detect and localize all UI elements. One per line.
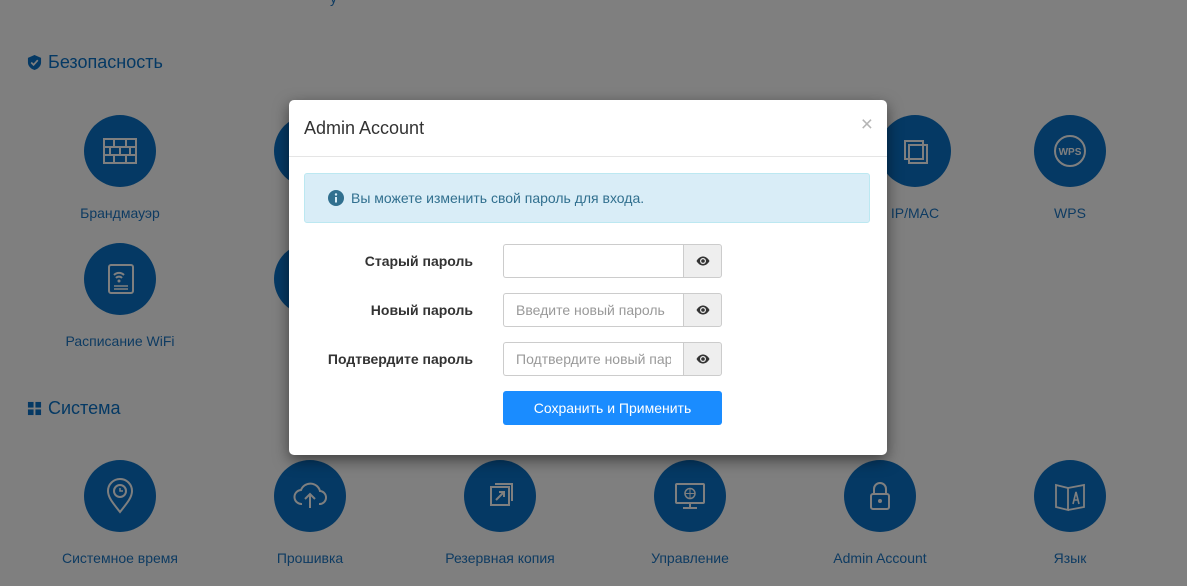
old-password-input[interactable] [503,244,683,278]
old-password-toggle[interactable] [683,244,722,278]
old-password-label: Старый пароль [364,253,473,269]
admin-account-modal: Admin Account × Вы можете изменить свой … [289,100,887,455]
modal-header: Admin Account × [289,100,887,157]
modal-title: Admin Account [304,118,425,138]
eye-icon [696,305,709,315]
new-password-group [503,293,722,327]
confirm-password-row: Подтвердите пароль [289,342,887,376]
close-button[interactable]: × [861,114,873,135]
new-password-row: Новый пароль [289,293,887,327]
new-password-toggle[interactable] [683,293,722,327]
confirm-password-label: Подтвердите пароль [327,351,473,367]
old-password-row: Старый пароль [289,244,887,278]
old-password-group [503,244,722,278]
eye-icon [696,256,709,266]
new-password-input[interactable] [503,293,683,327]
new-password-label: Новый пароль [370,302,473,318]
confirm-password-group [503,342,722,376]
info-text: Вы можете изменить свой пароль для входа… [351,190,645,206]
info-alert: Вы можете изменить свой пароль для входа… [304,173,870,223]
confirm-password-input[interactable] [503,342,683,376]
confirm-password-toggle[interactable] [683,342,722,376]
eye-icon [696,354,709,364]
save-apply-button[interactable]: Сохранить и Применить [503,391,722,425]
info-circle-icon [328,190,344,206]
